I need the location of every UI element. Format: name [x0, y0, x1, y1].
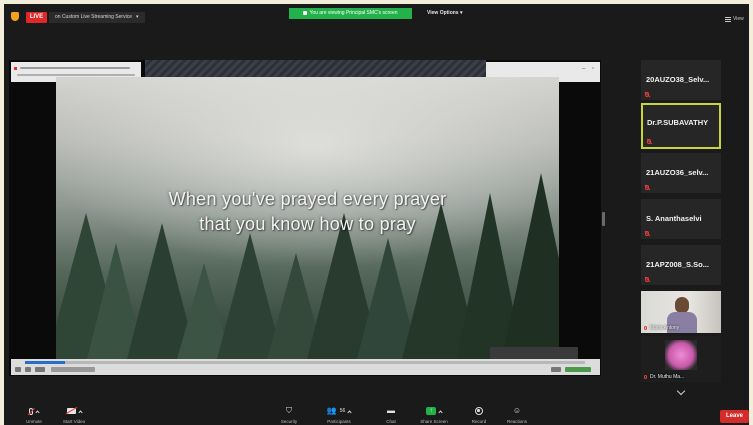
viewing-banner-text: You are viewing Principal SMC's screen [309, 10, 398, 16]
participant-name: S. Ananthaselvi [646, 214, 702, 223]
security-shield-icon: ⛉ [286, 406, 292, 415]
skip-icon[interactable] [35, 367, 45, 372]
play-pause-icon[interactable] [15, 367, 21, 372]
record-button[interactable]: Record [462, 406, 496, 424]
microphone-muted-icon [29, 407, 33, 415]
record-icon [475, 407, 483, 415]
caret-down-icon: ▾ [135, 14, 139, 20]
mic-muted-icon [645, 277, 649, 282]
time-display [51, 367, 95, 372]
live-badge[interactable]: LIVE [26, 12, 47, 23]
caret-up-icon[interactable] [347, 409, 352, 415]
participants-label: Participants [327, 419, 351, 424]
video-progress-track[interactable] [65, 361, 585, 364]
participant-tile[interactable]: 21AUZO36_selv... [641, 153, 721, 193]
participant-tile[interactable]: 20AUZO38_Selv... [641, 60, 721, 100]
participant-tile[interactable]: 21APZ008_S.So... [641, 245, 721, 285]
video-player-controls[interactable] [11, 359, 600, 375]
caret-up-icon[interactable] [438, 409, 443, 415]
share-screen-label: Share Screen [420, 419, 448, 424]
reactions-smiley-icon: ☺ [512, 406, 522, 415]
participant-video-tile[interactable]: Maria Antony [641, 291, 721, 333]
shield-icon[interactable] [11, 12, 19, 21]
participants-button[interactable]: 👥 56 Participants [322, 406, 356, 424]
video-progress-played[interactable] [25, 361, 65, 364]
volume-icon[interactable] [551, 367, 561, 372]
participant-head [675, 297, 689, 313]
stream-label: on Custom Live Streaming Service [55, 14, 132, 20]
share-mini-toolbar[interactable] [490, 347, 578, 359]
caret-up-icon[interactable] [35, 409, 40, 415]
video-feed [665, 340, 697, 370]
participant-name: Dr.P.SUBAVATHY [647, 118, 709, 127]
security-label: Security [280, 419, 298, 424]
mic-muted-icon [647, 139, 651, 144]
unmute-label: Unmute [26, 419, 42, 424]
security-button[interactable]: ⛉ Security [272, 406, 306, 424]
shared-screen[interactable]: – ▫ When you've prayed every prayer that… [9, 60, 601, 376]
unmute-button[interactable]: Unmute [17, 406, 51, 424]
browser-toolbar-text [17, 74, 135, 76]
participant-name: Dr. Muthu Ma... [650, 374, 685, 380]
view-label: View [733, 16, 744, 22]
top-bar: LIVE on Custom Live Streaming Service ▾ … [4, 4, 749, 30]
start-video-label: Start Video [62, 419, 86, 424]
view-options-button[interactable]: View Options ▾ [422, 8, 468, 19]
browser-favicon-icon [14, 67, 17, 70]
chevron-down-icon[interactable] [676, 386, 686, 396]
lyric-line-1: When you've prayed every prayer [168, 189, 447, 209]
mic-muted-icon [644, 375, 647, 379]
participant-tile-active-speaker[interactable]: Dr.P.SUBAVATHY [641, 103, 721, 149]
view-options-label: View Options [427, 10, 459, 16]
leave-button[interactable]: Leave [720, 410, 749, 423]
caret-down-icon: ▾ [459, 10, 463, 16]
restore-icon: ▫ [592, 66, 595, 72]
lyric-line-2: that you know how to pray [199, 214, 416, 234]
reactions-button[interactable]: ☺ Reactions [500, 406, 534, 424]
chat-button[interactable]: ▬ Chat [374, 406, 408, 424]
mic-muted-icon [645, 92, 649, 97]
mic-muted-icon [645, 231, 649, 236]
share-screen-icon: ↑ [426, 407, 436, 415]
live-stream-menu[interactable]: on Custom Live Streaming Service ▾ [49, 12, 145, 23]
mic-muted-icon [644, 326, 647, 330]
zoom-meeting-window: LIVE on Custom Live Streaming Service ▾ … [4, 4, 749, 425]
camera-off-icon [66, 408, 76, 414]
stop-icon[interactable] [25, 367, 31, 372]
participant-name: 21AUZO36_selv... [646, 168, 709, 177]
share-screen-button[interactable]: ↑ Share Screen [417, 406, 451, 424]
start-video-button[interactable]: Start Video [57, 406, 91, 424]
participant-name: Maria Antony [650, 325, 680, 331]
record-label: Record [471, 419, 487, 424]
volume-slider[interactable] [565, 367, 591, 372]
chat-icon: ▬ [387, 406, 395, 415]
participant-name: 20AUZO38_Selv... [646, 75, 710, 84]
participant-count: 56 [339, 408, 346, 414]
chat-label: Chat [386, 419, 396, 424]
participant-tile[interactable]: S. Ananthaselvi [641, 199, 721, 239]
view-button[interactable]: View [725, 16, 744, 22]
viewing-banner: You are viewing Principal SMC's screen [289, 8, 412, 19]
participants-icon: 👥 [326, 406, 337, 415]
browser-address-text [20, 67, 130, 69]
mic-muted-icon [645, 185, 649, 190]
participant-video-tile[interactable]: Dr. Muthu Ma... [641, 336, 721, 382]
screen-share-icon [303, 10, 308, 15]
minimize-icon: – [582, 66, 586, 72]
video-player[interactable]: When you've prayed every prayer that you… [56, 77, 559, 363]
reactions-label: Reactions [506, 419, 527, 424]
splitter-handle[interactable] [602, 212, 605, 226]
caret-up-icon[interactable] [77, 409, 83, 415]
participant-name: 21APZ008_S.So... [646, 260, 709, 269]
view-grid-icon [725, 16, 731, 22]
